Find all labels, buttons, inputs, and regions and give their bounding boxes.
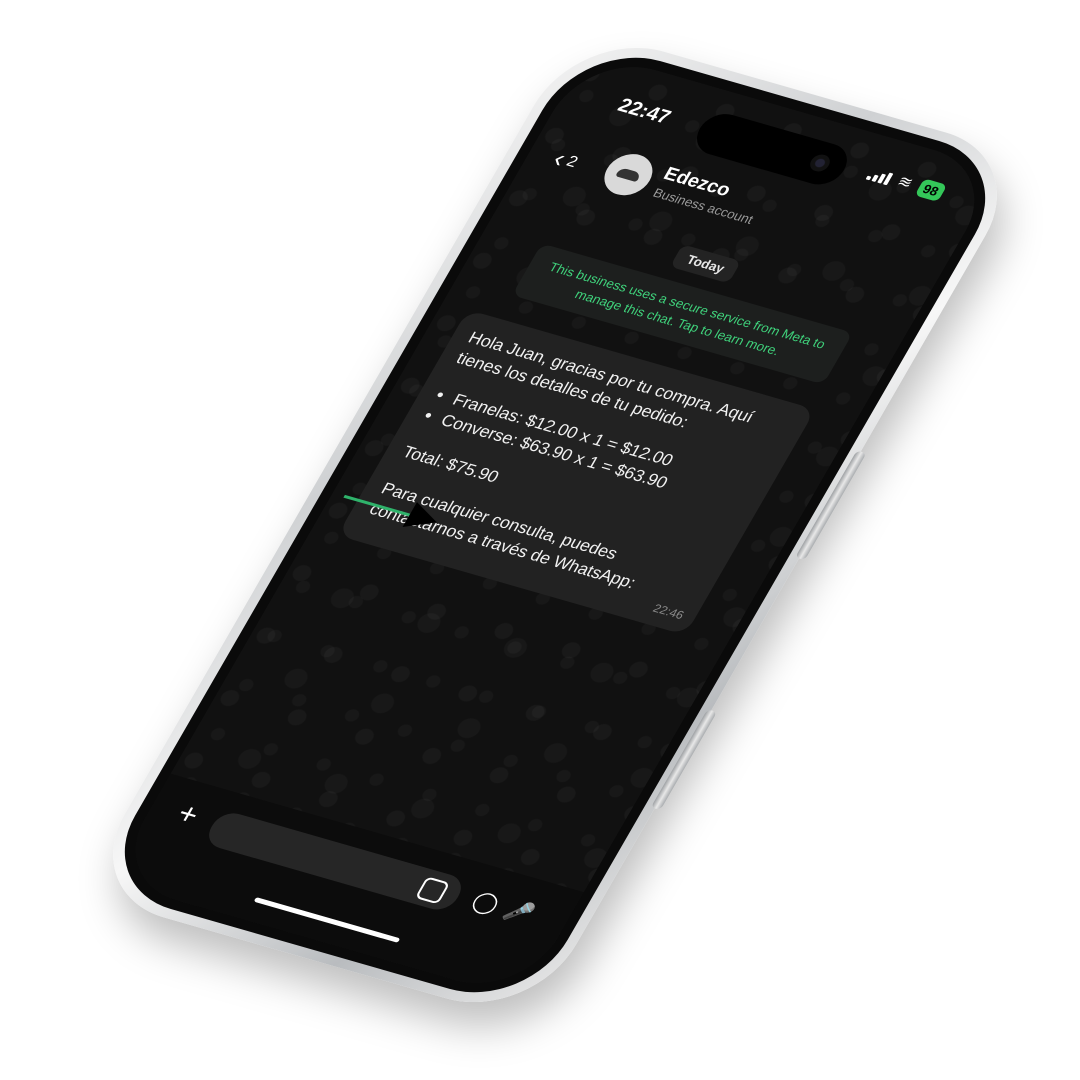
screen: 22:47 ≋ 98 ‹ 2 Edezco Business account T… bbox=[108, 50, 1002, 1000]
scene: 22:47 ≋ 98 ‹ 2 Edezco Business account T… bbox=[0, 0, 1080, 1080]
avatar[interactable] bbox=[595, 148, 661, 201]
avatar-hat-icon bbox=[615, 167, 642, 183]
camera-icon[interactable]: ◯ bbox=[467, 888, 505, 918]
plus-icon[interactable]: + bbox=[171, 797, 205, 832]
wifi-icon: ≋ bbox=[894, 172, 916, 192]
back-button[interactable]: ‹ 2 bbox=[547, 144, 584, 178]
phone: 22:47 ≋ 98 ‹ 2 Edezco Business account T… bbox=[79, 27, 1031, 1023]
mic-icon[interactable]: 🎤 bbox=[499, 897, 539, 928]
arrow-underline bbox=[343, 494, 413, 517]
camera-lens bbox=[806, 152, 834, 174]
signal-icon bbox=[865, 166, 894, 185]
